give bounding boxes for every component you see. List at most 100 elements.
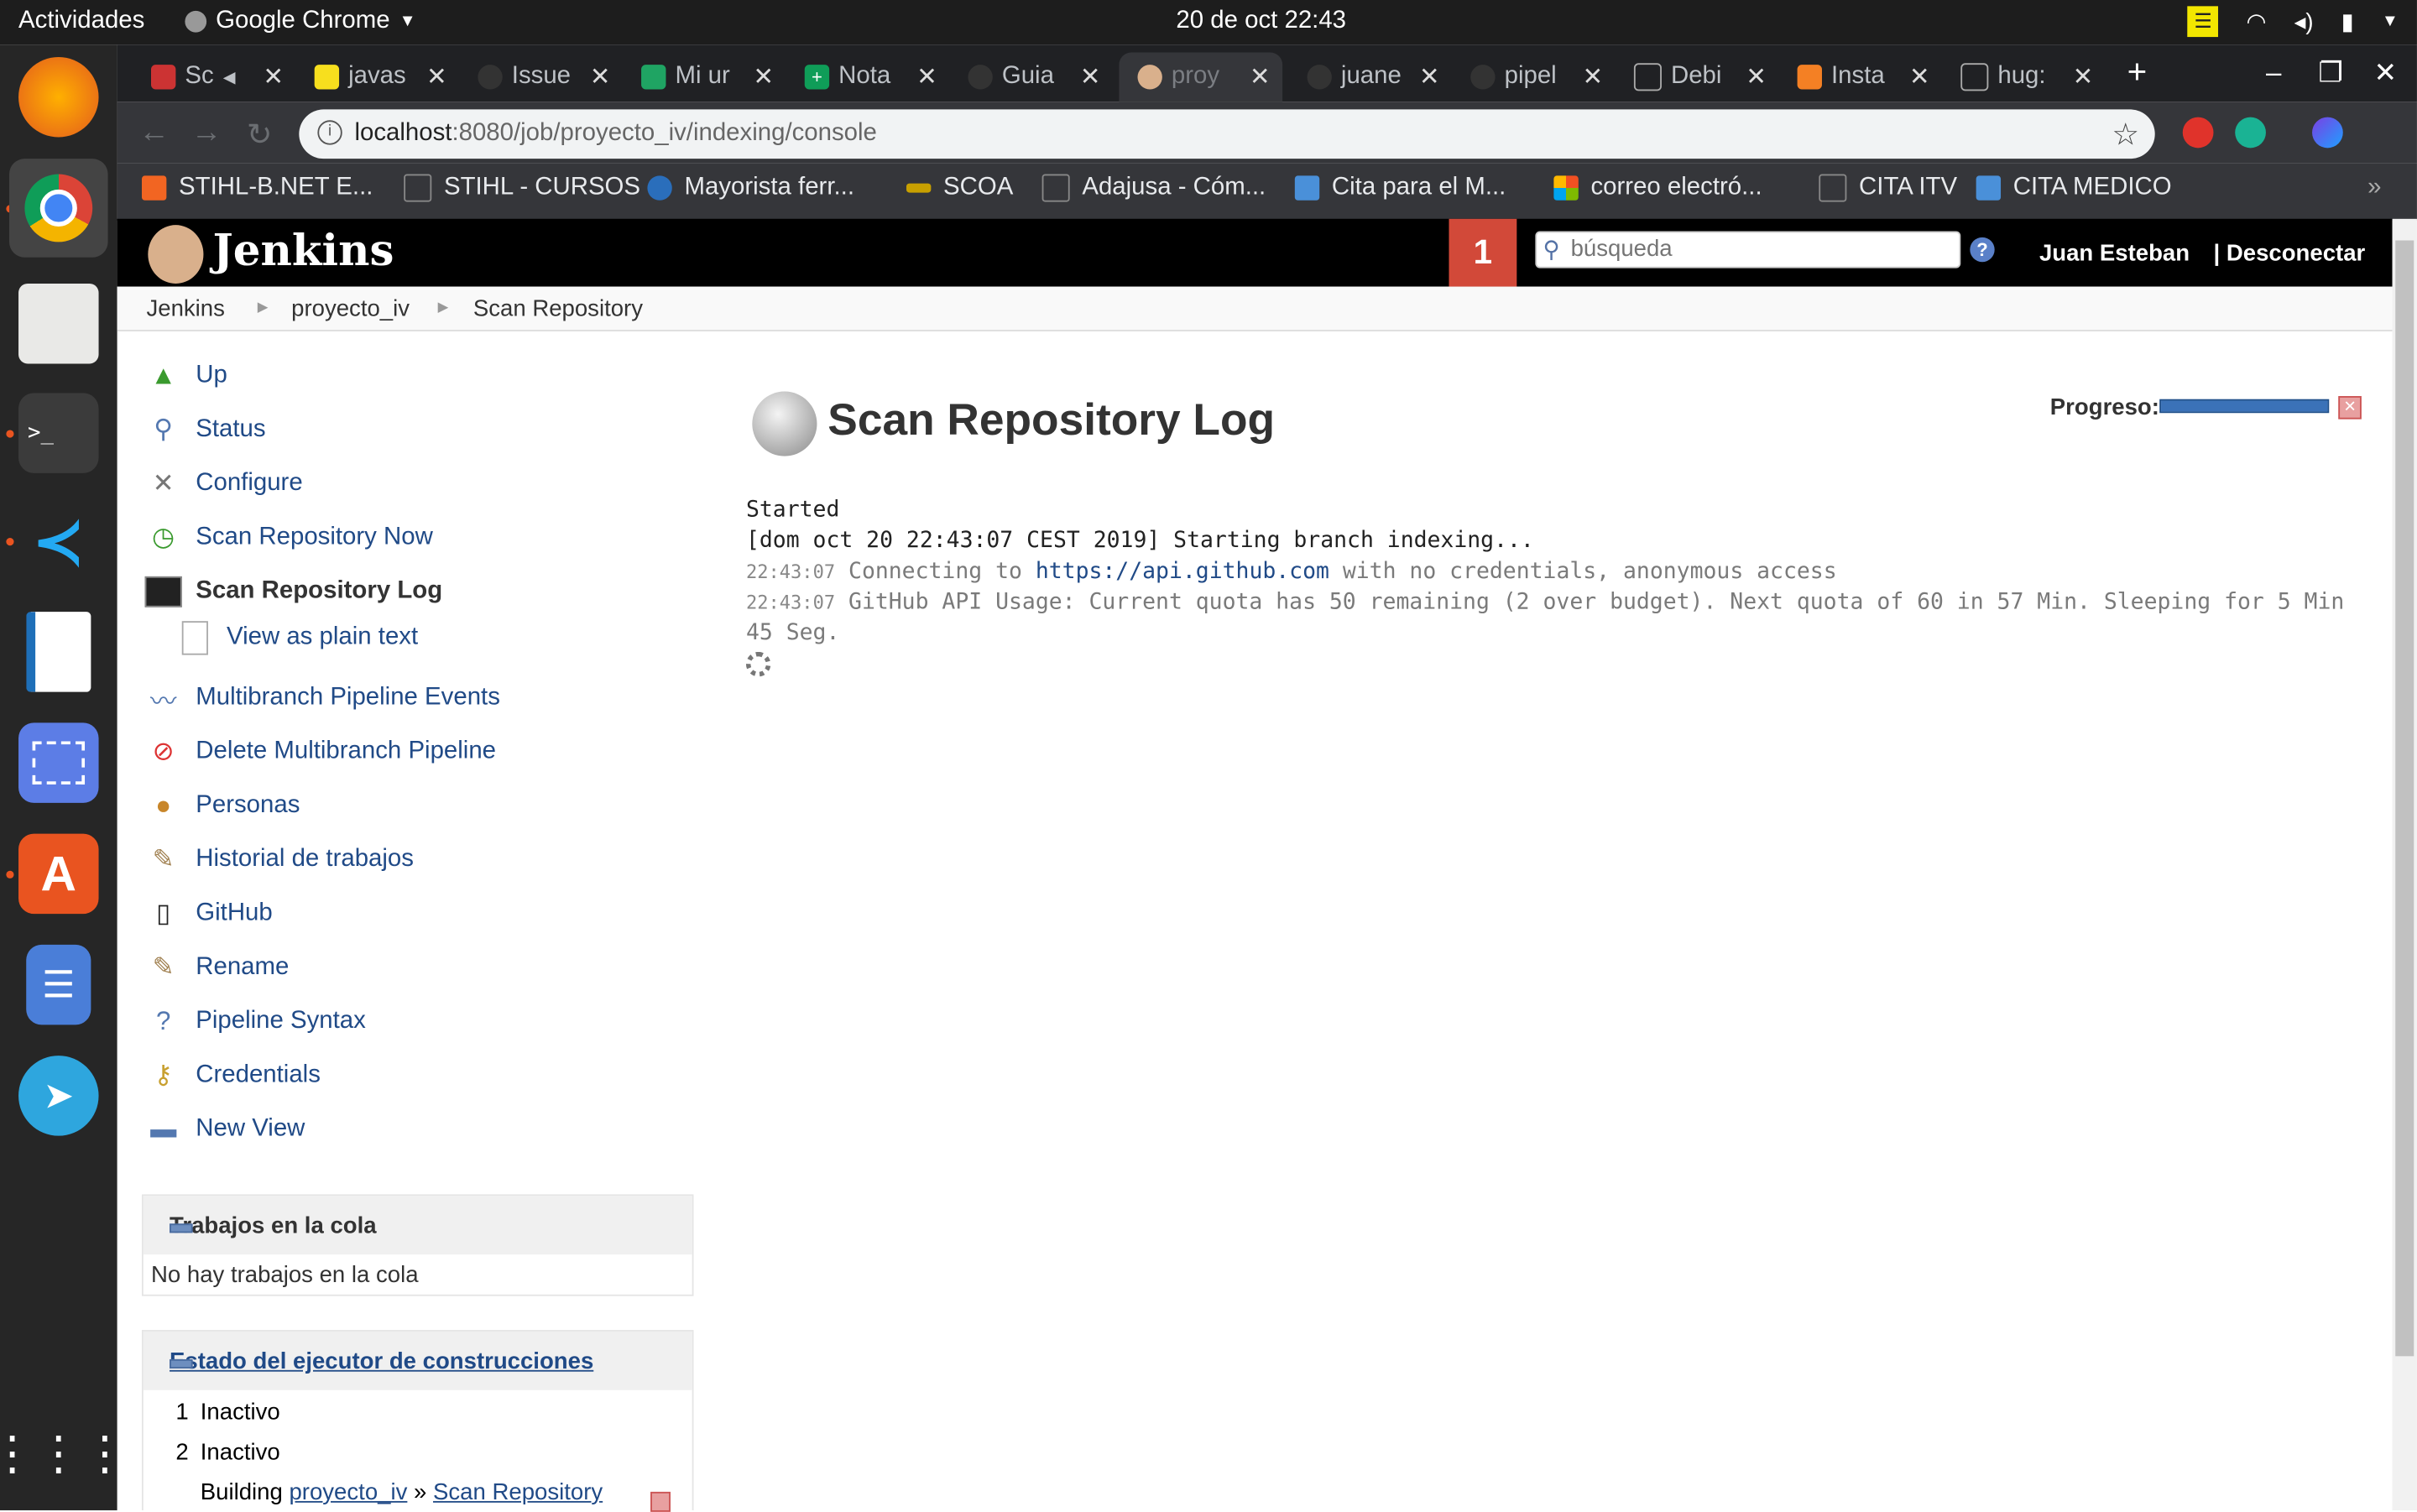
address-bar[interactable]: i localhost:8080/job/proyecto_iv/indexin… <box>299 109 2155 159</box>
building-job-link[interactable]: proyecto_iv <box>289 1479 407 1505</box>
search-input[interactable] <box>1570 234 1949 263</box>
files-icon[interactable] <box>18 283 99 364</box>
bookmark-item[interactable]: STIHL-B.NET E... <box>141 175 373 202</box>
page-scrollbar[interactable] <box>2392 218 2417 1510</box>
close-tab-icon[interactable]: ✕ <box>263 61 284 92</box>
task-delete-multibranch-pipeline[interactable]: ⊘ Delete Multibranch Pipeline <box>145 732 496 772</box>
reload-icon[interactable]: ↻ <box>247 116 273 154</box>
bookmark-item[interactable]: Cita para el M... <box>1294 175 1506 202</box>
minimize-icon[interactable]: – <box>2266 57 2281 90</box>
tab-1[interactable]: javas ✕ <box>296 52 460 102</box>
tab-11[interactable]: hug: ✕ <box>1942 52 2106 102</box>
task-view-plain-text[interactable]: View as plain text <box>175 618 418 659</box>
chrome-icon[interactable] <box>9 159 108 258</box>
bookmark-item[interactable]: SCOA <box>906 175 1013 202</box>
close-tab-icon[interactable]: ✕ <box>2073 61 2094 92</box>
breadcrumb-separator-icon[interactable]: ▶ <box>258 299 269 315</box>
forward-icon[interactable]: → <box>191 116 222 151</box>
scrollbar-thumb[interactable] <box>2395 240 2414 1357</box>
tab-10[interactable]: Insta ✕ <box>1779 52 1943 102</box>
stop-build-icon[interactable] <box>650 1491 671 1512</box>
task-configure[interactable]: ✕ Configure <box>145 464 303 504</box>
task-status[interactable]: ⚲ Status <box>145 410 265 451</box>
screenshot-icon[interactable] <box>18 722 99 803</box>
bookmark-item[interactable]: STIHL - CURSOS <box>404 174 640 202</box>
tab-6[interactable]: proy ✕ <box>1119 52 1283 102</box>
close-tab-icon[interactable]: ✕ <box>1419 61 1440 92</box>
collapse-icon[interactable] <box>170 1358 193 1369</box>
info-icon[interactable]: i <box>317 120 342 145</box>
jenkins-brand[interactable]: Jenkins <box>212 225 394 276</box>
task-pipeline-syntax[interactable]: ? Pipeline Syntax <box>145 1002 366 1042</box>
bookmark-item[interactable]: CITA ITV <box>1819 174 1957 202</box>
telegram-icon[interactable]: ➤ <box>18 1056 99 1136</box>
bookmark-item[interactable]: Adajusa - Cóm... <box>1041 174 1266 202</box>
apps-grid-icon[interactable]: ⋮⋮⋮ <box>0 1413 128 1494</box>
close-tab-icon[interactable]: ✕ <box>426 61 447 92</box>
notes-indicator-icon[interactable]: ☰ <box>2187 6 2219 38</box>
tab-0[interactable]: Sc ◂ ✕ <box>133 52 296 102</box>
breadcrumb-project[interactable]: proyecto_iv <box>291 296 410 322</box>
close-tab-icon[interactable]: ✕ <box>1583 61 1604 92</box>
breadcrumb-scan-repository[interactable]: Scan Repository <box>473 296 643 322</box>
close-tab-icon[interactable]: ✕ <box>1746 61 1767 92</box>
back-icon[interactable]: ← <box>138 116 170 151</box>
task-scan-repository-log[interactable]: Scan Repository Log <box>144 571 443 612</box>
tab-4[interactable]: + Nota ✕ <box>786 52 950 102</box>
task-github[interactable]: ▯ GitHub <box>145 894 273 934</box>
system-tray[interactable]: ☰ ◠ ◂) ▮ ▼ <box>2187 6 2399 38</box>
building-task-link[interactable]: Scan Repository <box>433 1479 603 1505</box>
stop-icon[interactable]: ✕ <box>2338 396 2362 420</box>
close-tab-icon[interactable]: ✕ <box>1909 61 1930 92</box>
tab-9[interactable]: Debi ✕ <box>1616 52 1779 102</box>
notification-badge[interactable]: 1 <box>1449 218 1517 287</box>
bookmark-item[interactable]: Mayorista ferr... <box>647 175 854 202</box>
new-tab-icon[interactable]: + <box>2127 52 2148 92</box>
close-tab-icon[interactable]: ✕ <box>590 61 611 92</box>
breadcrumb-separator-icon[interactable]: ▶ <box>438 299 449 315</box>
task-multibranch-pipeline-events[interactable]: 〰 Multibranch Pipeline Events <box>145 678 500 718</box>
jenkins-logo-icon[interactable] <box>148 225 204 284</box>
task-personas[interactable]: ● Personas <box>145 786 300 826</box>
task-historial[interactable]: ✎ Historial de trabajos <box>145 840 414 880</box>
task-scan-repository-now[interactable]: ◷ Scan Repository Now <box>145 518 433 558</box>
close-tab-icon[interactable]: ✕ <box>753 61 774 92</box>
firefox-icon[interactable] <box>18 56 99 138</box>
extension-icon[interactable] <box>2235 117 2266 149</box>
tab-2[interactable]: Issue ✕ <box>459 52 623 102</box>
task-new-view[interactable]: ▬ New View <box>145 1109 305 1150</box>
close-tab-icon[interactable]: ✕ <box>1250 61 1271 92</box>
bookmark-item[interactable]: CITA MEDICO <box>1976 175 2172 202</box>
help-icon[interactable]: ? <box>1970 237 1995 263</box>
tab-3[interactable]: Mi ur ✕ <box>623 52 786 102</box>
profile-avatar[interactable] <box>2312 117 2343 149</box>
bookmark-item[interactable]: correo electró... <box>1553 175 1762 202</box>
github-api-link[interactable]: https://api.github.com <box>1036 560 1329 584</box>
terminal-icon[interactable]: >_ <box>18 393 99 473</box>
executors-title-link[interactable]: Estado del ejecutor de construcciones <box>170 1348 593 1374</box>
maximize-icon[interactable]: ❐ <box>2318 57 2343 90</box>
clock[interactable]: 20 de oct 22:43 <box>1176 8 1346 35</box>
software-icon[interactable]: A <box>18 833 99 915</box>
close-tab-icon[interactable]: ✕ <box>1080 61 1101 92</box>
tab-5[interactable]: Guia ✕ <box>949 52 1113 102</box>
tab-7[interactable]: juane ✕ <box>1288 52 1452 102</box>
tab-8[interactable]: pipel ✕ <box>1452 52 1616 102</box>
adblock-extension-icon[interactable] <box>2182 117 2214 149</box>
app-menu[interactable]: Google Chrome ▼ <box>185 8 416 35</box>
tasks-icon[interactable]: ☰ <box>26 944 91 1025</box>
vscode-icon[interactable]: ≺ <box>18 503 99 583</box>
user-link[interactable]: Juan Esteban <box>2039 241 2190 267</box>
task-rename[interactable]: ✎ Rename <box>145 948 290 988</box>
activities-button[interactable]: Actividades <box>18 8 144 35</box>
writer-icon[interactable] <box>26 612 91 692</box>
bookmark-star-icon[interactable]: ☆ <box>2112 116 2139 154</box>
bookmarks-overflow-icon[interactable]: » <box>2367 175 2381 202</box>
task-up[interactable]: ▲ Up <box>145 356 227 396</box>
task-credentials[interactable]: ⚷ Credentials <box>145 1056 321 1096</box>
close-tab-icon[interactable]: ✕ <box>916 61 937 92</box>
breadcrumb-jenkins[interactable]: Jenkins <box>146 296 224 322</box>
logout-link[interactable]: | Desconectar <box>2214 241 2366 267</box>
collapse-icon[interactable] <box>170 1223 193 1233</box>
close-window-icon[interactable]: ✕ <box>2374 57 2398 90</box>
